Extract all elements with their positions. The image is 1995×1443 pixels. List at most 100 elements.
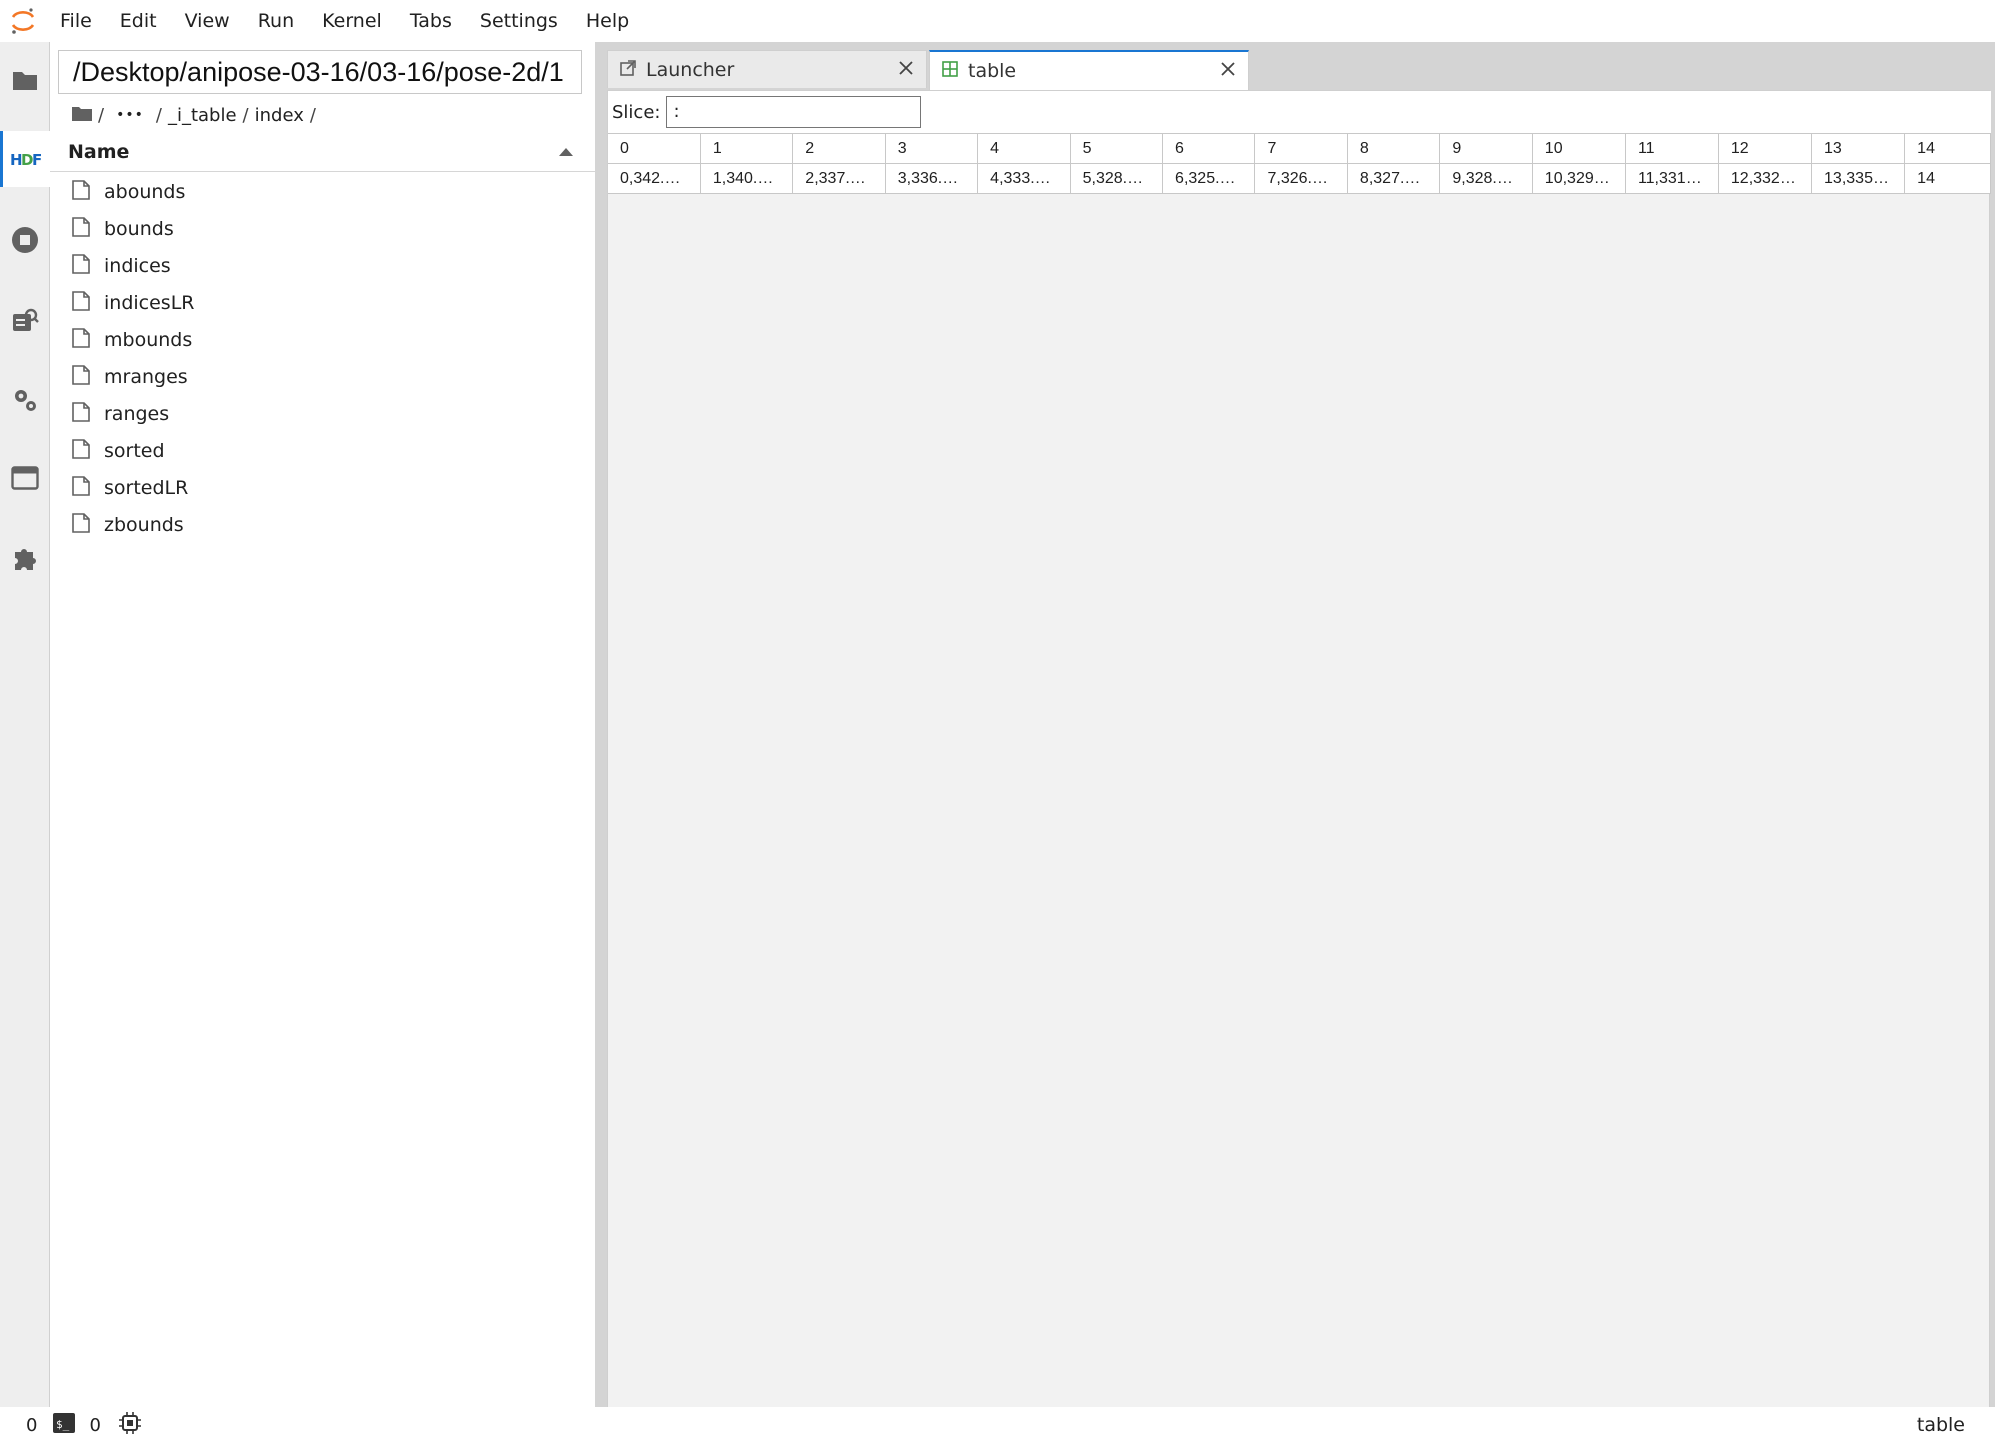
name-column-header[interactable]: Name xyxy=(68,141,129,163)
tab-bar: Launcher table xyxy=(607,50,1249,90)
column-header[interactable]: 2 xyxy=(792,133,886,164)
sort-ascending-icon[interactable] xyxy=(559,142,573,161)
property-inspector-icon[interactable] xyxy=(0,372,49,428)
file-item[interactable]: mranges xyxy=(50,358,595,395)
column-header[interactable]: 11 xyxy=(1625,133,1719,164)
file-icon xyxy=(72,290,90,315)
file-name: zbounds xyxy=(104,513,184,536)
breadcrumb-separator: / xyxy=(155,104,162,126)
table-cell[interactable]: 8,327.… xyxy=(1347,163,1441,194)
table-cell[interactable]: 2,337.… xyxy=(792,163,886,194)
running-icon[interactable] xyxy=(0,212,49,268)
slice-input[interactable]: : xyxy=(666,96,922,128)
dataset-viewer: Slice: : 0 1 2 3 4 5 6 7 8 9 10 11 12 13 14 0,342.… 1,3… xyxy=(607,90,1991,1442)
breadcrumb-item-i-table[interactable]: _i_table xyxy=(168,105,237,126)
hdf-icon[interactable]: H D F xyxy=(0,131,50,187)
column-header[interactable]: 7 xyxy=(1254,133,1348,164)
table-cell[interactable]: 7,326.… xyxy=(1254,163,1348,194)
menu-settings[interactable]: Settings xyxy=(466,0,572,42)
breadcrumb-home-folder-icon[interactable] xyxy=(72,105,92,126)
column-header[interactable]: 3 xyxy=(885,133,979,164)
table-row: 0,342.… 1,340.… 2,337.… 3,336.… 4,333.… 5,328… xyxy=(608,163,1991,194)
column-header[interactable]: 6 xyxy=(1162,133,1256,164)
table-cell[interactable]: 0,342.… xyxy=(608,163,701,194)
menu-tabs[interactable]: Tabs xyxy=(396,0,466,42)
table-cell[interactable]: 12,332… xyxy=(1718,163,1813,194)
breadcrumb: / ••• / _i_table / index / xyxy=(72,100,316,130)
column-header[interactable]: 12 xyxy=(1718,133,1813,164)
table-cell[interactable]: 3,336.… xyxy=(885,163,979,194)
file-item[interactable]: sortedLR xyxy=(50,469,595,506)
file-item[interactable]: indices xyxy=(50,247,595,284)
data-grid[interactable]: 0 1 2 3 4 5 6 7 8 9 10 11 12 13 14 0,342.… 1,340.… 2,337… xyxy=(608,133,1991,1400)
column-header[interactable]: 0 xyxy=(608,133,701,164)
file-name: sorted xyxy=(104,439,165,462)
path-field[interactable]: /Desktop/anipose-03-16/03-16/pose-2d/1 xyxy=(58,50,582,94)
file-item[interactable]: ranges xyxy=(50,395,595,432)
file-icon xyxy=(72,512,90,537)
column-header[interactable]: 1 xyxy=(700,133,794,164)
file-item[interactable]: zbounds xyxy=(50,506,595,543)
tab-label: Launcher xyxy=(646,58,735,81)
file-list-header[interactable]: Name xyxy=(50,132,595,172)
menu-file[interactable]: File xyxy=(46,0,106,42)
breadcrumb-separator: / xyxy=(98,104,105,126)
menu-view[interactable]: View xyxy=(171,0,244,42)
table-cell[interactable]: 5,328.… xyxy=(1070,163,1164,194)
file-name: indices xyxy=(104,254,171,277)
file-name: sortedLR xyxy=(104,476,189,499)
launch-icon xyxy=(620,59,636,81)
table-cell[interactable]: 13,335… xyxy=(1811,163,1906,194)
menu-help[interactable]: Help xyxy=(572,0,643,42)
table-cell[interactable]: 11,331… xyxy=(1625,163,1719,194)
extensions-icon[interactable] xyxy=(0,530,49,586)
file-icon xyxy=(72,327,90,352)
menu-kernel[interactable]: Kernel xyxy=(308,0,396,42)
breadcrumb-separator: / xyxy=(309,104,316,126)
column-header[interactable]: 9 xyxy=(1439,133,1533,164)
file-name: bounds xyxy=(104,217,174,240)
status-bar: 0 $_ 0 table xyxy=(0,1407,1995,1443)
grid-icon xyxy=(942,60,958,82)
file-item[interactable]: indicesLR xyxy=(50,284,595,321)
table-cell[interactable]: 4,333.… xyxy=(977,163,1071,194)
menu-run[interactable]: Run xyxy=(244,0,308,42)
file-item[interactable]: mbounds xyxy=(50,321,595,358)
breadcrumb-ellipsis[interactable]: ••• xyxy=(116,107,144,123)
column-header[interactable]: 8 xyxy=(1347,133,1441,164)
file-name: indicesLR xyxy=(104,291,195,314)
file-icon xyxy=(72,438,90,463)
main-dock-area: Launcher table Slice: : 0 1 2 3 4 5 6 7 8 9 10 11 12… xyxy=(595,42,1995,1442)
tab-launcher[interactable]: Launcher xyxy=(607,50,927,88)
table-cell[interactable]: 14 xyxy=(1904,163,1991,194)
file-icon xyxy=(72,401,90,426)
kernel-count[interactable]: 0 xyxy=(26,1415,37,1436)
breadcrumb-item-index[interactable]: index xyxy=(255,105,304,126)
file-icon xyxy=(72,216,90,241)
column-header[interactable]: 13 xyxy=(1811,133,1906,164)
menu-edit[interactable]: Edit xyxy=(106,0,171,42)
file-icon xyxy=(72,475,90,500)
close-icon[interactable] xyxy=(1220,60,1236,82)
slice-label: Slice: xyxy=(612,101,661,123)
activity-bar: H D F xyxy=(0,42,50,1407)
file-item[interactable]: bounds xyxy=(50,210,595,247)
column-header[interactable]: 4 xyxy=(977,133,1071,164)
table-cell[interactable]: 10,329… xyxy=(1532,163,1626,194)
breadcrumb-separator: / xyxy=(242,104,249,126)
close-icon[interactable] xyxy=(898,59,914,81)
table-cell[interactable]: 6,325.… xyxy=(1162,163,1256,194)
file-item[interactable]: abounds xyxy=(50,173,595,210)
terminal-count[interactable]: 0 xyxy=(89,1415,100,1436)
folder-icon[interactable] xyxy=(0,52,49,108)
commands-icon[interactable] xyxy=(0,292,49,348)
tabs-icon[interactable] xyxy=(0,450,49,506)
file-item[interactable]: sorted xyxy=(50,432,595,469)
tab-table[interactable]: table xyxy=(929,50,1249,90)
column-header[interactable]: 5 xyxy=(1070,133,1164,164)
table-cell[interactable]: 9,328.… xyxy=(1439,163,1533,194)
table-cell[interactable]: 1,340.… xyxy=(700,163,794,194)
file-icon xyxy=(72,364,90,389)
column-header[interactable]: 10 xyxy=(1532,133,1626,164)
column-header[interactable]: 14 xyxy=(1904,133,1991,164)
